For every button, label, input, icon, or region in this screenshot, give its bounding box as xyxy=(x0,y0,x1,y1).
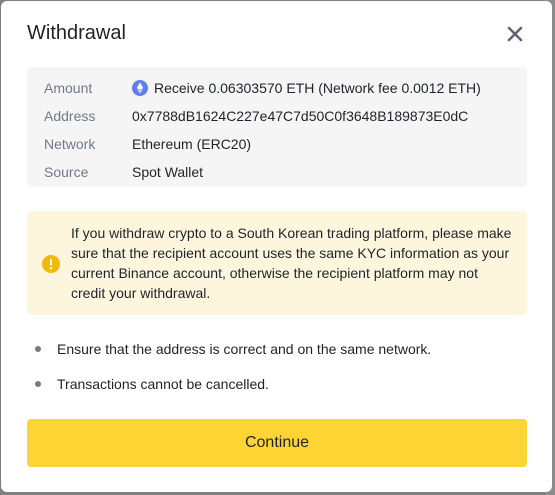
withdrawal-details: Amount Receive 0.06303570 ETH (Network f… xyxy=(27,67,527,187)
note-text: Transactions cannot be cancelled. xyxy=(57,376,269,392)
amount-value: Receive 0.06303570 ETH (Network fee 0.00… xyxy=(154,80,481,96)
detail-row-source: Source Spot Wallet xyxy=(44,158,527,186)
detail-row-address: Address 0x7788dB1624C227e47C7d50C0f3648B… xyxy=(44,102,527,130)
amount-label: Amount xyxy=(44,80,93,96)
bullet-dot xyxy=(35,381,41,387)
notes-list: Ensure that the address is correct and o… xyxy=(27,339,527,409)
warning-text: If you withdraw crypto to a South Korean… xyxy=(71,225,512,301)
network-value: Ethereum (ERC20) xyxy=(132,136,252,152)
note-text: Ensure that the address is correct and o… xyxy=(57,341,432,357)
detail-row-amount: Amount Receive 0.06303570 ETH (Network f… xyxy=(44,74,527,102)
continue-button[interactable]: Continue xyxy=(27,419,527,467)
source-value: Spot Wallet xyxy=(132,164,204,180)
bullet-dot xyxy=(35,346,41,352)
kyc-warning-box: If you withdraw crypto to a South Korean… xyxy=(27,211,527,315)
close-icon[interactable] xyxy=(504,23,526,45)
address-value: 0x7788dB1624C227e47C7d50C0f3648B189873E0… xyxy=(132,108,469,124)
list-item: Transactions cannot be cancelled. xyxy=(27,374,527,409)
detail-row-network: Network Ethereum (ERC20) xyxy=(44,130,527,158)
withdrawal-dialog: Withdrawal Amount Receive 0.06303570 ETH… xyxy=(1,1,552,492)
ethereum-icon xyxy=(132,80,148,96)
address-label: Address xyxy=(44,108,96,124)
dialog-header: Withdrawal xyxy=(1,1,552,67)
amount-value-wrap: Receive 0.06303570 ETH (Network fee 0.00… xyxy=(132,80,481,96)
dialog-title: Withdrawal xyxy=(27,22,126,44)
source-label: Source xyxy=(44,164,89,180)
network-label: Network xyxy=(44,136,96,152)
list-item: Ensure that the address is correct and o… xyxy=(27,339,527,374)
warning-icon xyxy=(42,255,60,273)
